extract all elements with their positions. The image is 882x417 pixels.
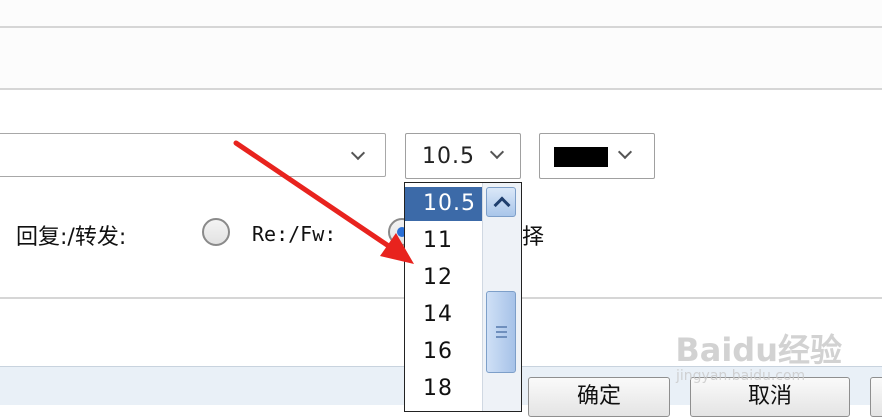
- watermark-url: jingyan.baidu.com: [676, 368, 806, 384]
- arrow-head: [380, 233, 414, 264]
- watermark-logo: Baidu经验: [675, 331, 842, 369]
- arrow-line: [233, 140, 399, 254]
